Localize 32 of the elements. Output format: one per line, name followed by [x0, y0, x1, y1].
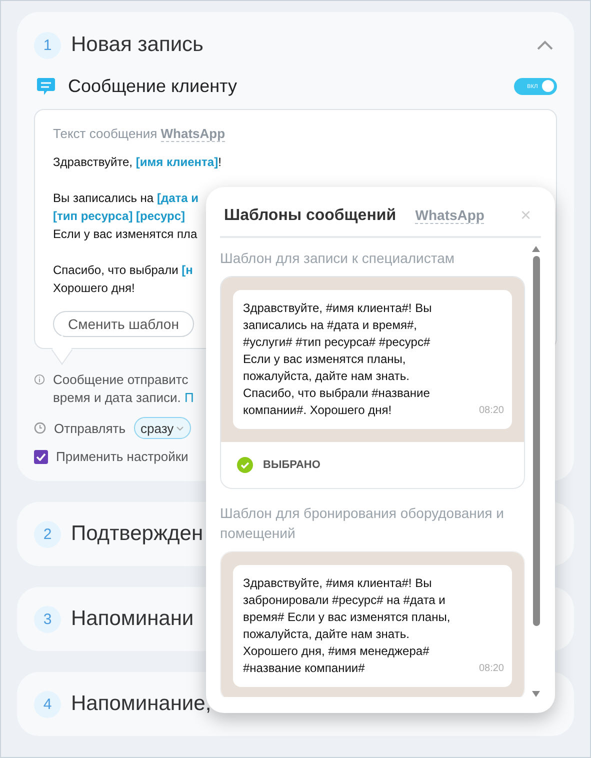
section-title: Сообщение клиенту	[68, 76, 238, 96]
step-title[interactable]: Новая запись	[71, 33, 527, 57]
step-number: 4	[34, 690, 61, 718]
template-title: Шаблон для бронирования оборудования и помещений	[220, 504, 505, 543]
step-number: 1	[34, 32, 61, 58]
scrollbar[interactable]	[531, 246, 541, 697]
message-time: 08:20	[478, 662, 504, 676]
template-card[interactable]: Здравствуйте, #имя клиента#! Вы забронировали #ресурс# на #дата и время# Если у вас изменятся планы, пожалуйста, дайте нам знать. Хорошего дня, #имя менеджера# #название компании# 08:20	[220, 551, 525, 697]
chat-icon	[36, 76, 56, 96]
message-bubble: Здравствуйте, #имя клиента#! Вы записались на #дата и время#, #услуги# #тип ресурса# #ресурс# Если у вас изменятся планы, пожалуйста, дайте нам знать. Спасибо, что выбрали #название компании#. Хорошего дня! 08:20	[233, 290, 512, 429]
clock-icon	[34, 422, 46, 434]
apply-checkbox[interactable]	[34, 450, 48, 464]
selected-label: ВЫБРАНО	[263, 459, 320, 471]
info-icon	[34, 374, 45, 385]
chevron-down-icon	[176, 426, 184, 430]
template-title: Шаблон для записи к специалистам	[220, 249, 456, 268]
apply-label: Применить настройки	[56, 449, 188, 464]
popup-title: Шаблоны сообщений	[224, 206, 398, 224]
send-label: Отправлять	[54, 420, 126, 436]
step-number: 3	[34, 606, 61, 632]
message-bubble: Здравствуйте, #имя клиента#! Вы забронировали #ресурс# на #дата и время# Если у вас изменятся планы, пожалуйста, дайте нам знать. Хорошего дня, #имя менеджера# #название компании# 08:20	[233, 565, 512, 687]
message-label: Текст сообщения WhatsApp	[53, 126, 226, 141]
scroll-down-icon[interactable]	[532, 691, 540, 697]
info-text: Сообщение отправитс время и дата записи. П	[53, 371, 194, 407]
step-number: 2	[34, 520, 61, 548]
change-template-button[interactable]: Сменить шаблон	[53, 311, 194, 337]
chevron-up-icon[interactable]	[537, 40, 553, 50]
scroll-up-icon[interactable]	[532, 246, 540, 252]
send-time-dropdown[interactable]: сразу	[134, 417, 191, 439]
template-card[interactable]	[220, 276, 525, 489]
check-circle-icon	[237, 457, 253, 473]
message-time: 08:20	[478, 404, 504, 418]
